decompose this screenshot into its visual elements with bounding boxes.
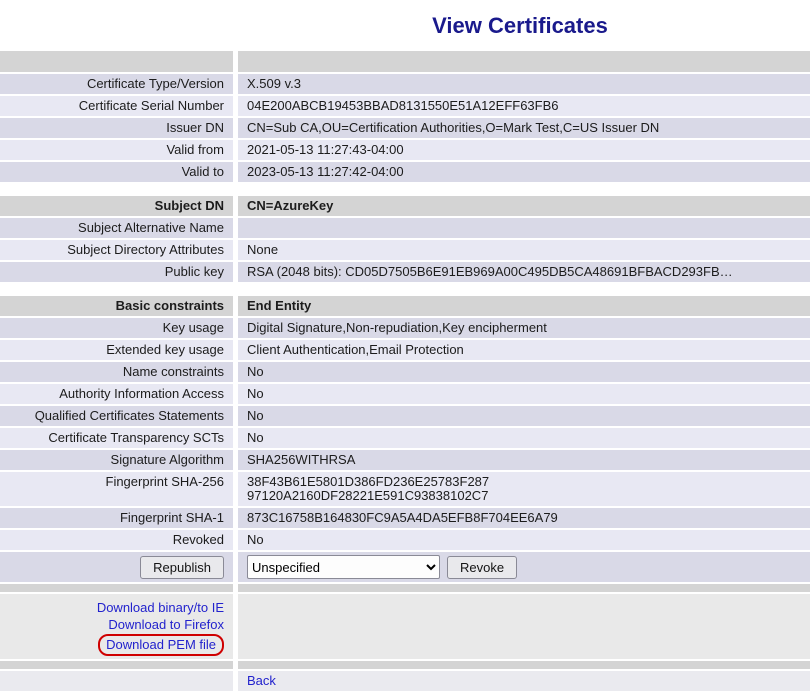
fingerprint-sha256-label: Fingerprint SHA-256 (0, 472, 233, 506)
extended-key-usage-value: Client Authentication,Email Protection (238, 340, 810, 360)
signature-algorithm-value: SHA256WITHRSA (238, 450, 810, 470)
revoke-cell: Unspecified Revoke (238, 552, 810, 582)
revoked-label: Revoked (0, 530, 233, 550)
subject-directory-attributes-row: Subject Directory Attributes None (0, 240, 810, 260)
page-title: View Certificates (230, 13, 810, 39)
subject-directory-attributes-value: None (238, 240, 810, 260)
public-key-value: RSA (2048 bits): CD05D7505B6E91EB969A00C… (238, 262, 810, 282)
extended-key-usage-label: Extended key usage (0, 340, 233, 360)
download-links-empty-cell (238, 594, 810, 659)
certificate-type-version-label: Certificate Type/Version (0, 74, 233, 94)
authority-information-access-value: No (238, 384, 810, 404)
page-header: View Certificates (0, 0, 810, 51)
separator-top-row (0, 51, 810, 72)
subject-dn-header-row: Subject DN CN=AzureKey (0, 196, 810, 216)
public-key-label: Public key (0, 262, 233, 282)
revocation-reason-select[interactable]: Unspecified (247, 555, 440, 579)
separator-row-2 (0, 661, 810, 669)
certificate-details-table: Certificate Type/Version X.509 v.3 Certi… (0, 51, 810, 691)
certificate-transparency-scts-row: Certificate Transparency SCTs No (0, 428, 810, 448)
subject-dn-value: CN=AzureKey (238, 196, 810, 216)
separator-cell (238, 584, 810, 592)
signature-algorithm-row: Signature Algorithm SHA256WITHRSA (0, 450, 810, 470)
certificate-transparency-scts-value: No (238, 428, 810, 448)
certificate-type-version-row: Certificate Type/Version X.509 v.3 (0, 74, 810, 94)
fingerprint-sha256-row: Fingerprint SHA-256 38F43B61E5801D386FD2… (0, 472, 810, 506)
back-empty-cell (0, 671, 233, 691)
republish-cell: Republish (0, 552, 233, 582)
basic-constraints-label: Basic constraints (0, 296, 233, 316)
qualified-certificates-statements-value: No (238, 406, 810, 426)
certificate-type-version-value: X.509 v.3 (238, 74, 810, 94)
fingerprint-sha256-value: 38F43B61E5801D386FD236E25783F287 97120A2… (238, 472, 810, 506)
basic-constraints-header-row: Basic constraints End Entity (0, 296, 810, 316)
download-firefox-link[interactable]: Download to Firefox (108, 617, 224, 632)
valid-to-row: Valid to 2023-05-13 11:27:42-04:00 (0, 162, 810, 182)
valid-to-label: Valid to (0, 162, 233, 182)
key-usage-label: Key usage (0, 318, 233, 338)
certificate-serial-number-row: Certificate Serial Number 04E200ABCB1945… (0, 96, 810, 116)
valid-to-value: 2023-05-13 11:27:42-04:00 (238, 162, 810, 182)
revoked-row: Revoked No (0, 530, 810, 550)
back-cell: Back (238, 671, 810, 691)
separator-cell (238, 51, 810, 72)
qualified-certificates-statements-row: Qualified Certificates Statements No (0, 406, 810, 426)
subject-alternative-name-row: Subject Alternative Name (0, 218, 810, 238)
issuer-dn-label: Issuer DN (0, 118, 233, 138)
separator-cell (0, 661, 233, 669)
qualified-certificates-statements-label: Qualified Certificates Statements (0, 406, 233, 426)
separator-cell (0, 584, 233, 592)
revoke-button[interactable]: Revoke (447, 556, 517, 579)
certificate-serial-number-label: Certificate Serial Number (0, 96, 233, 116)
fingerprint-sha1-value: 873C16758B164830FC9A5A4DA5EFB8F704EE6A79 (238, 508, 810, 528)
download-links-cell: Download binary/to IE Download to Firefo… (0, 594, 233, 659)
subject-dn-label: Subject DN (0, 196, 233, 216)
certificate-transparency-scts-label: Certificate Transparency SCTs (0, 428, 233, 448)
republish-button[interactable]: Republish (140, 556, 224, 579)
authority-information-access-row: Authority Information Access No (0, 384, 810, 404)
pem-highlight-ring: Download PEM file (98, 634, 224, 656)
subject-directory-attributes-label: Subject Directory Attributes (0, 240, 233, 260)
fingerprint-sha1-label: Fingerprint SHA-1 (0, 508, 233, 528)
download-pem-link[interactable]: Download PEM file (106, 637, 216, 652)
revoked-value: No (238, 530, 810, 550)
download-binary-ie-link[interactable]: Download binary/to IE (97, 600, 224, 615)
subject-alternative-name-value (238, 218, 810, 238)
signature-algorithm-label: Signature Algorithm (0, 450, 233, 470)
back-link[interactable]: Back (247, 673, 276, 688)
extended-key-usage-row: Extended key usage Client Authentication… (0, 340, 810, 360)
separator-cell (0, 51, 233, 72)
basic-constraints-value: End Entity (238, 296, 810, 316)
public-key-row: Public key RSA (2048 bits): CD05D7505B6E… (0, 262, 810, 282)
name-constraints-label: Name constraints (0, 362, 233, 382)
fingerprint-sha1-row: Fingerprint SHA-1 873C16758B164830FC9A5A… (0, 508, 810, 528)
issuer-dn-value: CN=Sub CA,OU=Certification Authorities,O… (238, 118, 810, 138)
valid-from-value: 2021-05-13 11:27:43-04:00 (238, 140, 810, 160)
actions-row: Republish Unspecified Revoke (0, 552, 810, 582)
key-usage-row: Key usage Digital Signature,Non-repudiat… (0, 318, 810, 338)
back-row: Back (0, 671, 810, 691)
certificate-serial-number-value: 04E200ABCB19453BBAD8131550E51A12EFF63FB6 (238, 96, 810, 116)
issuer-dn-row: Issuer DN CN=Sub CA,OU=Certification Aut… (0, 118, 810, 138)
view-certificates-page: View Certificates Certificate Type/Versi… (0, 0, 810, 691)
authority-information-access-label: Authority Information Access (0, 384, 233, 404)
download-links-row: Download binary/to IE Download to Firefo… (0, 594, 810, 659)
subject-alternative-name-label: Subject Alternative Name (0, 218, 233, 238)
key-usage-value: Digital Signature,Non-repudiation,Key en… (238, 318, 810, 338)
name-constraints-value: No (238, 362, 810, 382)
separator-cell (238, 661, 810, 669)
valid-from-label: Valid from (0, 140, 233, 160)
name-constraints-row: Name constraints No (0, 362, 810, 382)
separator-row (0, 584, 810, 592)
valid-from-row: Valid from 2021-05-13 11:27:43-04:00 (0, 140, 810, 160)
